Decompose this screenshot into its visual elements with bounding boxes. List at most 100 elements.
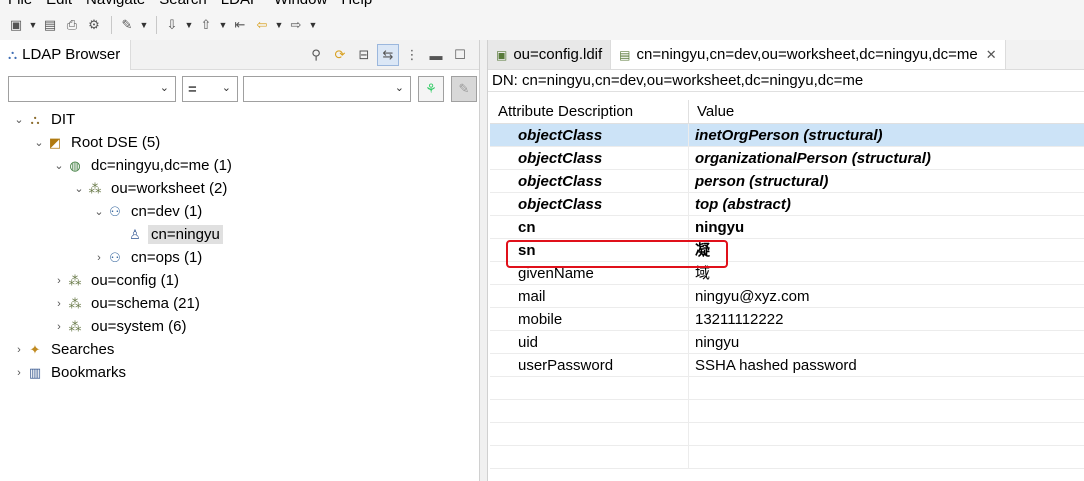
settings-icon[interactable]: ⚙ [84,15,104,35]
menu-window[interactable]: Window [274,0,327,10]
table-row[interactable]: cn ningyu [490,216,1084,239]
value-cell[interactable]: 凝 [689,239,710,261]
link-with-editor-icon[interactable]: ⇆ [377,44,399,66]
chevron-right-icon[interactable]: › [12,367,26,379]
tree-item[interactable]: ⌄ ◩ Root DSE (5) [0,131,478,154]
wand-icon[interactable]: ✎ [117,15,137,35]
chevron-right-icon[interactable]: › [52,275,66,287]
chevron-down-icon[interactable]: ⌄ [52,159,66,172]
attribute-combo[interactable]: ⌄ [8,76,176,102]
value-combo[interactable]: ⌄ [243,76,411,102]
tree-item[interactable]: ⌄ ◍ dc=ningyu,dc=me (1) [0,154,478,177]
quick-search-button[interactable]: ⚘ [418,76,444,102]
menu-file[interactable]: File [8,0,32,10]
save-icon[interactable]: ▤ [40,15,60,35]
chevron-down-icon[interactable]: ▼ [184,15,194,35]
tree-item[interactable]: › ⚇ cn=ops (1) [0,246,478,269]
tab-entry-editor[interactable]: ▤ cn=ningyu,cn=dev,ou=worksheet,dc=ningyu… [611,40,1006,69]
table-row[interactable]: objectClass inetOrgPerson (structural) [490,124,1084,147]
chevron-down-icon[interactable]: ⌄ [12,113,26,126]
value-cell[interactable]: ningyu [689,331,739,353]
value-cell[interactable]: 13211112222 [689,308,783,330]
clear-search-button[interactable]: ✎ [451,76,477,102]
value-cell[interactable]: SSHA hashed password [689,354,857,376]
minimize-icon[interactable]: ▬ [425,44,447,66]
operator-combo-value: = [188,80,197,98]
tab-ldap-browser[interactable]: ⛬ LDAP Browser [0,39,132,70]
open-search-icon[interactable]: ⚲ [305,44,327,66]
table-row[interactable]: givenName 域 [490,262,1084,285]
chevron-right-icon[interactable]: › [52,298,66,310]
value-cell[interactable]: person (structural) [689,170,828,192]
table-row[interactable]: mail ningyu@xyz.com [490,285,1084,308]
menu-help[interactable]: Help [341,0,372,10]
tree-item[interactable]: ⌄ ⚇ cn=dev (1) [0,200,478,223]
table-row[interactable]: objectClass top (abstract) [490,193,1084,216]
table-row[interactable]: userPassword SSHA hashed password [490,354,1084,377]
value-cell[interactable]: 域 [689,262,710,284]
new-icon[interactable]: ▣ [6,15,26,35]
chevron-down-icon[interactable]: ⌄ [72,182,86,195]
chevron-right-icon[interactable]: › [12,344,26,356]
attribute-cell [490,377,689,399]
next-annotation-icon[interactable]: ⇩ [162,15,182,35]
value-cell[interactable]: inetOrgPerson (structural) [689,124,883,146]
attribute-cell: mobile [490,308,689,330]
back-icon[interactable]: ⇦ [252,15,272,35]
value-cell[interactable]: organizationalPerson (structural) [689,147,931,169]
tree-item[interactable]: ♙ cn=ningyu [0,223,478,246]
tree-item[interactable]: ⌄ ⁂ ou=worksheet (2) [0,177,478,200]
collapse-all-icon[interactable]: ⊟ [353,44,375,66]
table-row[interactable]: objectClass person (structural) [490,170,1084,193]
view-menu-icon[interactable]: ⋮ [401,44,423,66]
browser-tab-bar: ⛬ LDAP Browser ⚲ ⟳ ⊟ ⇆ ⋮ ▬ ☐ [0,39,479,70]
chevron-down-icon[interactable]: ⌄ [92,205,106,218]
table-row[interactable]: objectClass organizationalPerson (structu… [490,147,1084,170]
empty-row [490,400,1084,423]
tree-item[interactable]: › ⁂ ou=system (6) [0,315,478,338]
tree-item[interactable]: › ⁂ ou=config (1) [0,269,478,292]
value-cell[interactable]: top (abstract) [689,193,791,215]
tree-search-icon: ⚘ [425,81,437,96]
table-row[interactable]: sn 凝 [490,239,1084,262]
tree-item[interactable]: › ⁂ ou=schema (21) [0,292,478,315]
maximize-icon[interactable]: ☐ [449,44,471,66]
table-body: objectClass inetOrgPerson (structural) obj… [490,124,1084,469]
attribute-cell: userPassword [490,354,689,376]
menu-search[interactable]: Search [159,0,207,10]
chevron-down-icon[interactable]: ▼ [218,15,228,35]
chevron-right-icon[interactable]: › [52,321,66,333]
chevron-down-icon[interactable]: ⌄ [32,136,46,149]
column-header-attribute[interactable]: Attribute Description [490,99,689,124]
value-cell[interactable]: ningyu@xyz.com [689,285,809,307]
chevron-down-icon[interactable]: ▼ [308,15,318,35]
tree-item[interactable]: ⌄ ⛬ DIT [0,108,478,131]
chevron-down-icon[interactable]: ▼ [274,15,284,35]
tab-ldif-editor[interactable]: ▣ ou=config.ldif [488,40,612,69]
menu-edit[interactable]: Edit [46,0,72,10]
chevron-down-icon[interactable]: ▼ [28,15,38,35]
value-cell[interactable]: ningyu [689,216,744,238]
attribute-cell [490,446,689,468]
globe-icon: ◍ [69,157,81,173]
clear-icon: ✎ [458,81,470,96]
column-header-value[interactable]: Value [689,103,734,120]
tree-item-label: Searches [51,341,115,358]
tree-item[interactable]: › ▥ Bookmarks [0,361,478,384]
refresh-icon[interactable]: ⟳ [329,44,351,66]
chevron-right-icon[interactable]: › [92,252,106,264]
menu-navigate[interactable]: Navigate [86,0,145,10]
attribute-cell: objectClass [490,193,689,215]
menu-ldap[interactable]: LDAP [221,0,260,10]
prev-annotation-icon[interactable]: ⇧ [196,15,216,35]
close-icon[interactable]: ✕ [986,47,997,63]
dn-line: DN: cn=ningyu,cn=dev,ou=worksheet,dc=nin… [488,70,1084,92]
operator-combo[interactable]: = ⌄ [182,76,238,102]
forward-icon[interactable]: ⇨ [286,15,306,35]
last-edit-icon[interactable]: ⇤ [230,15,250,35]
table-row[interactable]: mobile 13211112222 [490,308,1084,331]
table-row[interactable]: uid ningyu [490,331,1084,354]
tree-item[interactable]: › ✦ Searches [0,338,478,361]
print-icon[interactable]: ⎙ [62,15,82,35]
chevron-down-icon[interactable]: ▼ [139,15,149,35]
